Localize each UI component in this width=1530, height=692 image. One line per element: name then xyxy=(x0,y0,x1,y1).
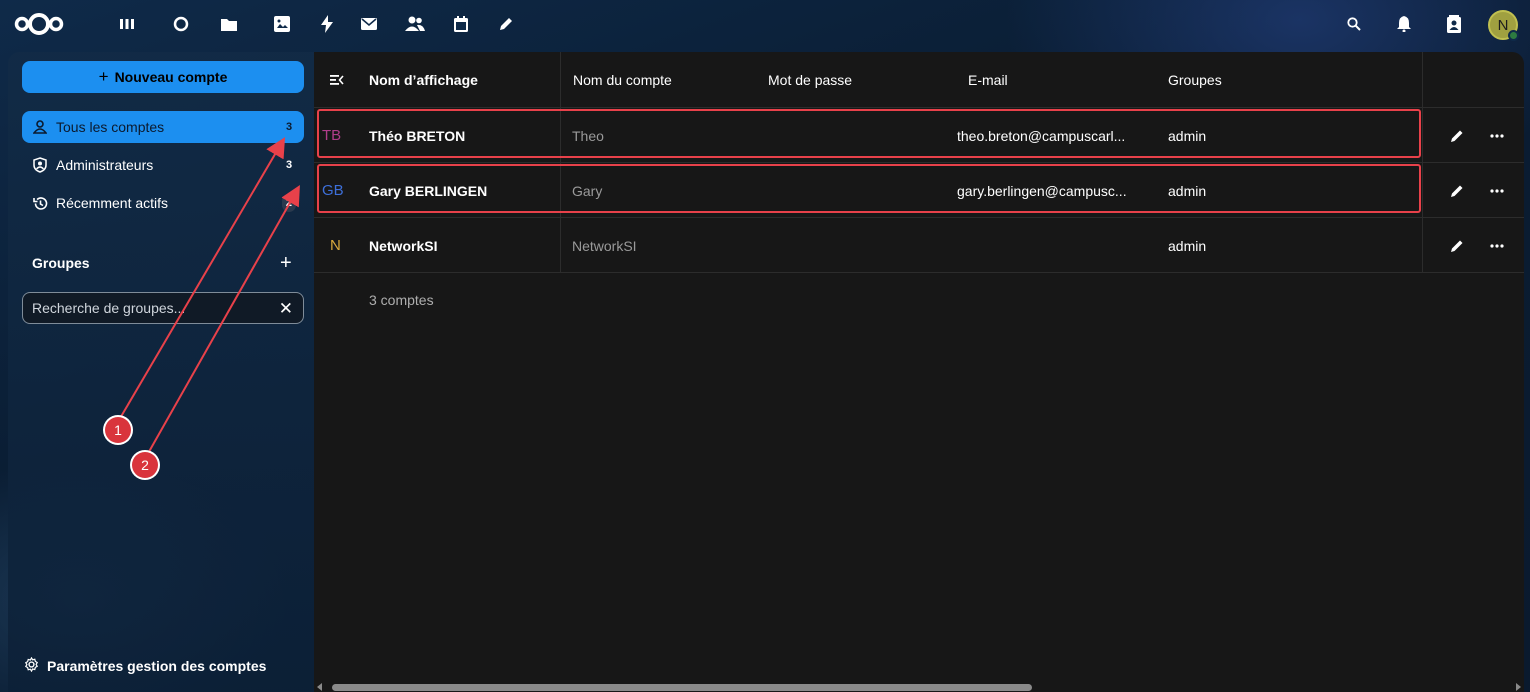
new-account-button[interactable]: + Nouveau compte xyxy=(22,61,304,93)
contacts-menu-icon[interactable] xyxy=(1443,13,1465,35)
plus-icon: + xyxy=(98,67,109,86)
mail-icon[interactable] xyxy=(358,13,380,35)
more-options-icon[interactable] xyxy=(1490,163,1508,218)
sidebar-item-label: Administrateurs xyxy=(56,157,154,173)
sidebar-item-label: Récemment actifs xyxy=(56,195,169,211)
sidebar-item-all-accounts[interactable]: Tous les comptes 3 xyxy=(22,111,304,143)
highlight-box-row-2 xyxy=(317,164,1421,213)
more-options-icon[interactable] xyxy=(1490,218,1508,273)
scroll-left-icon[interactable] xyxy=(317,683,322,691)
nextcloud-logo[interactable] xyxy=(14,12,64,36)
groups: admin xyxy=(1168,237,1207,254)
groups-search-field[interactable]: ✕ xyxy=(22,292,304,324)
table-header xyxy=(314,52,1524,108)
column-password[interactable]: Mot de passe xyxy=(768,52,852,108)
highlight-box-row-1 xyxy=(317,109,1421,158)
column-email[interactable]: E-mail xyxy=(968,52,1008,108)
sidebar: + Nouveau compte Tous les comptes 3 Admi… xyxy=(8,52,314,692)
accounts-count: 3 comptes xyxy=(369,292,434,308)
sidebar-item-label: Tous les comptes xyxy=(56,119,165,135)
display-name: NetworkSI xyxy=(369,237,438,254)
user-avatar[interactable]: N xyxy=(1488,10,1519,41)
avatar: N xyxy=(330,237,341,254)
dashboard-icon[interactable] xyxy=(116,13,138,35)
column-display-name[interactable]: Nom d’affichage xyxy=(369,52,478,108)
new-account-label: Nouveau compte xyxy=(114,69,228,85)
groups-search-input[interactable] xyxy=(32,300,272,316)
history-icon xyxy=(32,195,48,211)
sidebar-item-count: 2 xyxy=(281,194,296,212)
gear-icon xyxy=(24,656,39,675)
horizontal-scrollbar[interactable] xyxy=(314,682,1524,692)
annotation-badge-2: 2 xyxy=(132,452,158,478)
edit-icon[interactable] xyxy=(1450,108,1468,163)
activity-icon[interactable] xyxy=(316,13,338,35)
edit-icon[interactable] xyxy=(1450,218,1468,273)
sidebar-item-count: 3 xyxy=(285,159,293,171)
scroll-right-icon[interactable] xyxy=(1516,683,1521,691)
sidebar-item-recently-active[interactable]: Récemment actifs 2 xyxy=(22,187,304,219)
user-initial: N xyxy=(1497,16,1509,34)
table-row[interactable]: N NetworkSI NetworkSI admin xyxy=(314,218,1524,273)
add-group-button[interactable]: + xyxy=(280,252,292,275)
notes-icon[interactable] xyxy=(495,13,517,35)
account-settings-label: Paramètres gestion des comptes xyxy=(47,658,267,674)
photos-icon[interactable] xyxy=(271,13,293,35)
toggle-columns-icon[interactable] xyxy=(330,52,344,108)
account-settings-link[interactable]: Paramètres gestion des comptes xyxy=(24,656,267,675)
scrollbar-thumb[interactable] xyxy=(332,684,1032,691)
search-app-icon[interactable] xyxy=(170,13,192,35)
column-account-name[interactable]: Nom du compte xyxy=(573,52,672,108)
calendar-icon[interactable] xyxy=(450,13,472,35)
groups-header: Groupes xyxy=(32,255,90,271)
sidebar-item-count: 3 xyxy=(285,121,293,133)
top-bar: N xyxy=(0,0,1530,50)
edit-icon[interactable] xyxy=(1450,163,1468,218)
more-options-icon[interactable] xyxy=(1490,108,1508,163)
user-icon xyxy=(32,119,48,135)
files-icon[interactable] xyxy=(218,13,240,35)
shield-user-icon xyxy=(32,157,48,173)
account-name: NetworkSI xyxy=(572,237,637,254)
annotation-badge-1: 1 xyxy=(105,417,131,443)
online-status-icon xyxy=(1508,30,1519,41)
contacts-icon[interactable] xyxy=(404,13,426,35)
search-icon[interactable] xyxy=(1343,13,1365,35)
sidebar-item-administrators[interactable]: Administrateurs 3 xyxy=(22,149,304,181)
bell-icon[interactable] xyxy=(1393,13,1415,35)
close-icon[interactable]: ✕ xyxy=(279,299,293,319)
column-groups[interactable]: Groupes xyxy=(1168,52,1222,108)
